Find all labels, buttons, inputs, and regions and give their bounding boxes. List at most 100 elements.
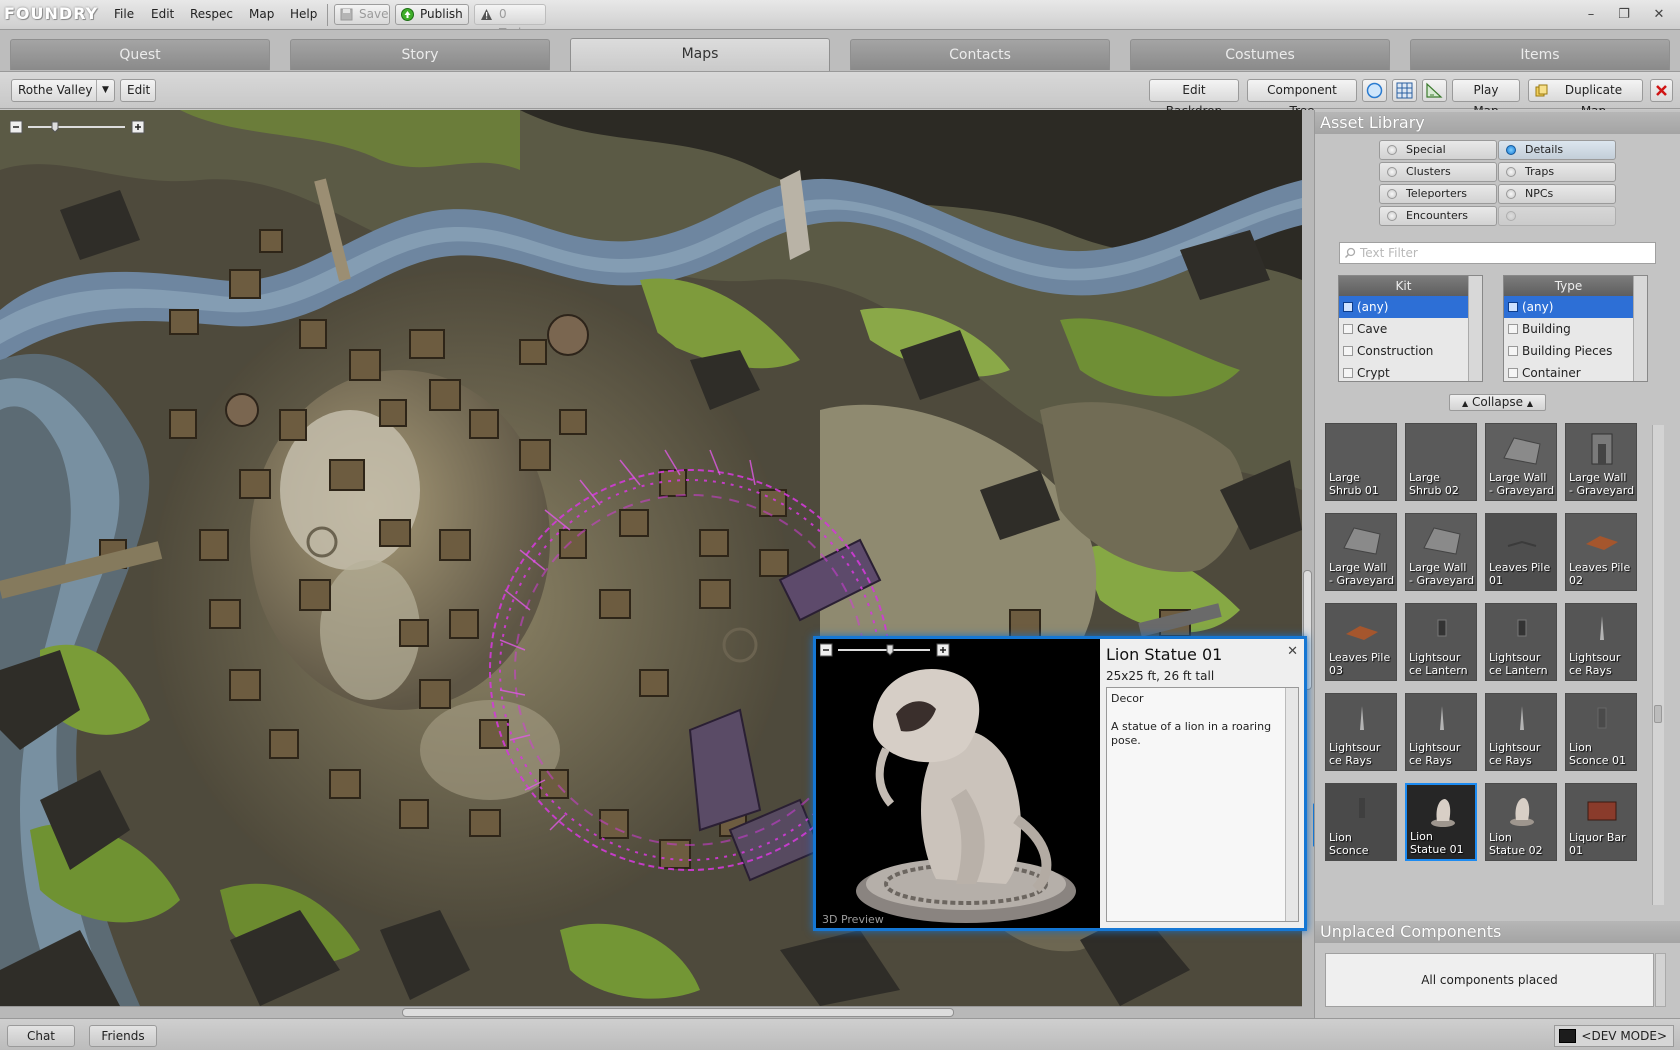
friends-button[interactable]: Friends	[89, 1025, 157, 1047]
tab-contacts[interactable]: Contacts	[850, 39, 1110, 70]
measure-button[interactable]	[1422, 79, 1447, 102]
asset-tile[interactable]: Leaves Pile 01	[1485, 513, 1557, 591]
3d-preview-viewport[interactable]: 3D Preview	[816, 639, 1098, 928]
asset-tile[interactable]: Lightsour ce Rays	[1325, 693, 1397, 771]
type-header: Type	[1504, 276, 1633, 296]
asset-tile-label: Lightsour ce Rays	[1489, 741, 1541, 767]
checkbox-icon[interactable]	[1508, 346, 1518, 356]
tab-maps[interactable]: Maps	[570, 38, 830, 71]
asset-tile[interactable]: Lightsour ce Rays	[1405, 693, 1477, 771]
type-item-building-pieces[interactable]: Building Pieces	[1504, 340, 1633, 362]
tab-items[interactable]: Items	[1410, 39, 1670, 70]
category-details[interactable]: Details	[1498, 140, 1616, 160]
delete-map-button[interactable]	[1650, 79, 1673, 102]
category-teleporters-label: Teleporters	[1406, 187, 1468, 200]
map-horizontal-scrollbar[interactable]	[0, 1006, 1302, 1018]
checkbox-icon[interactable]	[1343, 346, 1353, 356]
minimize-button[interactable]: –	[1578, 4, 1604, 26]
asset-tile[interactable]: Lightsour ce Lantern	[1485, 603, 1557, 681]
asset-tile[interactable]: Liquor Bar 01	[1565, 783, 1637, 861]
menu-respec[interactable]: Respec	[190, 7, 233, 21]
category-teleporters[interactable]: Teleporters	[1379, 184, 1497, 204]
scrollbar-thumb[interactable]	[1654, 705, 1662, 723]
checkbox-icon[interactable]	[1508, 324, 1518, 334]
tab-bar: Quest Story Maps Contacts Costumes Items	[0, 30, 1680, 72]
tab-costumes[interactable]: Costumes	[1130, 39, 1390, 70]
asset-thumbnail-icon	[1600, 616, 1604, 640]
menu-help[interactable]: Help	[290, 7, 317, 21]
checkbox-icon[interactable]	[1343, 324, 1353, 334]
component-tree-button[interactable]: Component Tree	[1247, 79, 1357, 118]
category-npcs[interactable]: NPCs	[1498, 184, 1616, 204]
asset-tile[interactable]: Large Wall - Graveyard	[1405, 513, 1477, 591]
checkbox-icon[interactable]	[1508, 368, 1518, 378]
checkbox-icon[interactable]	[1343, 302, 1353, 312]
asset-tile[interactable]: Large Wall - Graveyard	[1325, 513, 1397, 591]
text-filter-input[interactable]: Text Filter	[1339, 242, 1656, 264]
kit-list-scrollbar[interactable]	[1468, 276, 1482, 381]
asset-tile[interactable]: Leaves Pile 03	[1325, 603, 1397, 681]
asset-tile[interactable]: Lion Sconce	[1325, 783, 1397, 861]
type-item-building[interactable]: Building	[1504, 318, 1633, 340]
kit-filter-list[interactable]: Kit (any) Cave Construction Crypt	[1338, 275, 1483, 382]
restore-button[interactable]: ❐	[1611, 4, 1637, 26]
category-traps[interactable]: Traps	[1498, 162, 1616, 182]
asset-tile[interactable]: Lightsour ce Rays	[1565, 603, 1637, 681]
kit-item-cave[interactable]: Cave	[1339, 318, 1468, 340]
menu-map[interactable]: Map	[249, 7, 274, 21]
close-window-button[interactable]: ✕	[1646, 4, 1672, 26]
tab-quest[interactable]: Quest	[10, 39, 270, 70]
category-special[interactable]: Special	[1379, 140, 1497, 160]
menu-file[interactable]: File	[114, 7, 134, 21]
collapse-button[interactable]: ▲ Collapse ▲	[1449, 394, 1546, 411]
checkbox-icon[interactable]	[1508, 302, 1518, 312]
category-clusters[interactable]: Clusters	[1379, 162, 1497, 182]
asset-tile[interactable]: Large Wall - Graveyard	[1485, 423, 1557, 501]
description-scrollbar[interactable]	[1285, 688, 1298, 921]
unplaced-scrollbar[interactable]	[1655, 953, 1666, 1007]
asset-tile[interactable]: Large Wall - Graveyard	[1565, 423, 1637, 501]
checkbox-icon[interactable]	[1343, 368, 1353, 378]
chevron-down-icon: ▼	[96, 80, 114, 101]
zoom-slider[interactable]	[10, 120, 145, 134]
kit-item-construction[interactable]: Construction	[1339, 340, 1468, 362]
asset-tile[interactable]: Large Shrub 01	[1325, 423, 1397, 501]
publish-button[interactable]: Publish	[395, 4, 469, 25]
map-zoom-control[interactable]	[10, 120, 145, 134]
asset-thumbnail-icon	[1520, 706, 1524, 730]
close-icon[interactable]: ✕	[1287, 644, 1298, 659]
asset-tile[interactable]: Lightsour ce Rays	[1485, 693, 1557, 771]
scrollbar-thumb[interactable]	[402, 1008, 954, 1017]
category-encounters[interactable]: Encounters	[1379, 206, 1497, 226]
asset-tile[interactable]: Lion Statue 02	[1485, 783, 1557, 861]
preview-description: A statue of a lion in a roaring pose.	[1111, 720, 1272, 747]
map-select-dropdown[interactable]: Rothe Valley ▼	[11, 79, 115, 102]
type-item-container[interactable]: Container	[1504, 362, 1633, 383]
asset-grid-scrollbar[interactable]	[1652, 425, 1664, 905]
kit-item-crypt[interactable]: Crypt	[1339, 362, 1468, 383]
kit-item-any[interactable]: (any)	[1339, 296, 1468, 318]
duplicate-map-button[interactable]: Duplicate Map	[1528, 79, 1643, 118]
round-map-button[interactable]	[1362, 79, 1387, 102]
type-item-any[interactable]: (any)	[1504, 296, 1633, 318]
asset-tile[interactable]: Lion Sconce 01	[1565, 693, 1637, 771]
edit-backdrop-button[interactable]: Edit Backdrop	[1149, 79, 1239, 118]
chat-button[interactable]: Chat	[7, 1025, 75, 1047]
menu-edit[interactable]: Edit	[151, 7, 174, 21]
preview-zoom-slider[interactable]	[820, 643, 950, 657]
dev-mode-indicator[interactable]: <DEV MODE>	[1554, 1025, 1674, 1047]
type-filter-list[interactable]: Type (any) Building Building Pieces Cont…	[1503, 275, 1648, 382]
asset-tile[interactable]: Lightsour ce Lantern	[1405, 603, 1477, 681]
asset-tile[interactable]: Lion Statue 01	[1405, 783, 1477, 861]
edit-map-button[interactable]: Edit	[120, 79, 156, 102]
asset-tile[interactable]: Leaves Pile 02	[1565, 513, 1637, 591]
grid-toggle-button[interactable]	[1392, 79, 1417, 102]
type-list-scrollbar[interactable]	[1633, 276, 1647, 381]
asset-tile-label: Leaves Pile 01	[1489, 561, 1551, 587]
tab-story[interactable]: Story	[290, 39, 550, 70]
play-map-button[interactable]: Play Map	[1452, 79, 1520, 118]
save-button[interactable]: Save	[334, 4, 390, 25]
tasks-button[interactable]: 0 Tasks	[474, 4, 546, 40]
monitor-icon	[1559, 1029, 1577, 1043]
asset-tile[interactable]: Large Shrub 02	[1405, 423, 1477, 501]
